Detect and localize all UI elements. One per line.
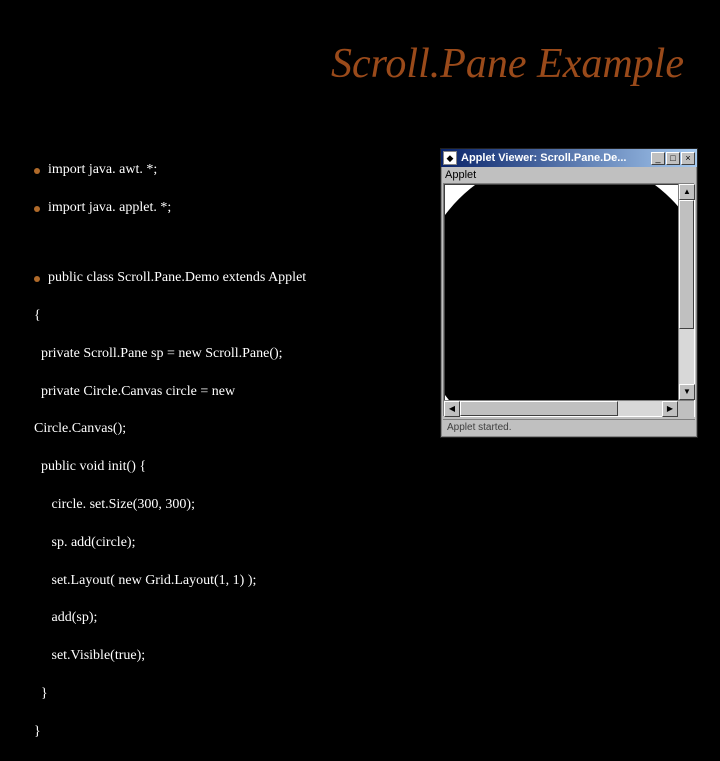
bullet-icon: [34, 206, 40, 212]
code-line: set.Visible(true);: [34, 647, 306, 666]
code-line: {: [34, 307, 306, 326]
code-line: private Circle.Canvas circle = new: [34, 383, 306, 402]
code-line: }: [34, 685, 306, 704]
code-line: public void init() {: [34, 458, 306, 477]
slide-title: Scroll.Pane Example: [331, 40, 684, 88]
vscroll-thumb[interactable]: [679, 200, 694, 329]
applet-window: ◆ Applet Viewer: Scroll.Pane.De... _ □ ×…: [440, 148, 698, 438]
code-block: import java. awt. *; import java. applet…: [34, 142, 306, 761]
close-button[interactable]: ×: [681, 152, 695, 165]
minimize-button[interactable]: _: [651, 152, 665, 165]
scroll-right-button[interactable]: ▶: [662, 401, 678, 417]
titlebar[interactable]: ◆ Applet Viewer: Scroll.Pane.De... _ □ ×: [441, 149, 697, 167]
code-line: set.Layout( new Grid.Layout(1, 1) );: [34, 572, 306, 591]
java-cup-icon: ◆: [443, 151, 457, 165]
maximize-button[interactable]: □: [666, 152, 680, 165]
vscroll-track[interactable]: [679, 200, 694, 384]
scroll-up-button[interactable]: ▲: [679, 184, 695, 200]
bullet-icon: [34, 168, 40, 174]
code-line: Circle.Canvas();: [34, 420, 306, 439]
scroll-down-button[interactable]: ▼: [679, 384, 695, 400]
code-line: sp. add(circle);: [34, 534, 306, 553]
status-bar: Applet started.: [443, 419, 695, 435]
bullet-icon: [34, 276, 40, 282]
code-line: private Scroll.Pane sp = new Scroll.Pane…: [34, 345, 306, 364]
code-line: add(sp);: [34, 609, 306, 628]
code-line: import java. applet. *;: [48, 199, 171, 218]
circle-canvas: [444, 184, 678, 400]
scroll-pane: ▲ ▼ ◀ ▶: [443, 183, 695, 417]
code-line: import java. awt. *;: [48, 161, 157, 180]
horizontal-scrollbar[interactable]: ◀ ▶: [444, 400, 694, 416]
hscroll-thumb[interactable]: [460, 401, 618, 416]
hscroll-track[interactable]: [460, 401, 662, 416]
applet-label: Applet: [441, 167, 697, 183]
scroll-left-button[interactable]: ◀: [444, 401, 460, 417]
code-line: }: [34, 723, 306, 742]
code-line: public class Scroll.Pane.Demo extends Ap…: [48, 269, 306, 288]
window-title: Applet Viewer: Scroll.Pane.De...: [461, 152, 651, 164]
vertical-scrollbar[interactable]: ▲ ▼: [678, 184, 694, 400]
viewport[interactable]: [444, 184, 678, 400]
code-line: circle. set.Size(300, 300);: [34, 496, 306, 515]
scrollbar-corner: [678, 401, 694, 417]
